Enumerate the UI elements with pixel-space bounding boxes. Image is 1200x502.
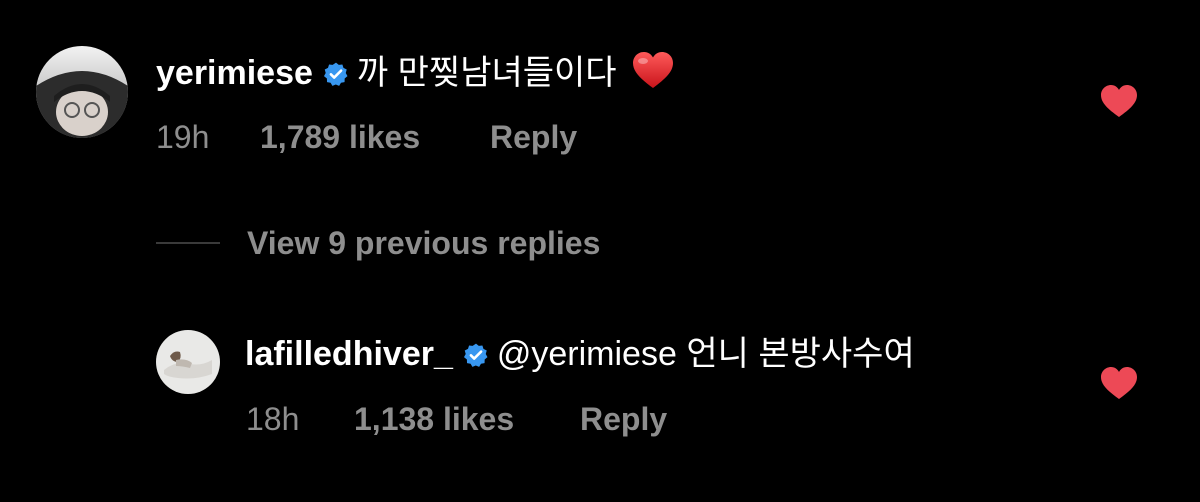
comment-meta: 18h 1,138 likes Reply [246, 400, 667, 438]
verified-badge-icon [323, 61, 349, 87]
view-previous-replies-button[interactable]: View 9 previous replies [247, 224, 600, 262]
comment-line: lafilledhiver_ @yerimiese 언니 본방사수여 [245, 334, 915, 374]
comment-username[interactable]: lafilledhiver_ [245, 335, 453, 373]
comment-text: 까 만찢남녀들이다 [356, 54, 617, 92]
like-heart-icon[interactable] [1100, 366, 1138, 400]
mention-link[interactable]: @yerimiese [497, 335, 677, 373]
red-heart-emoji-icon [631, 50, 675, 90]
avatar-image [156, 330, 220, 394]
view-replies-divider [156, 242, 220, 244]
reply-button[interactable]: Reply [580, 400, 667, 438]
comment-username[interactable]: yerimiese [156, 54, 313, 92]
avatar-lafilledhiver[interactable] [156, 330, 220, 394]
verified-badge-icon [463, 342, 489, 368]
comment-meta: 19h 1,789 likes Reply [156, 118, 577, 156]
comment-line: yerimiese 까 만찢남녀들이다 [156, 50, 675, 93]
comment-timestamp: 19h [156, 119, 210, 155]
likes-count[interactable]: 1,789 likes [260, 118, 490, 156]
like-heart-icon[interactable] [1100, 84, 1138, 118]
avatar-yerimiese[interactable] [36, 46, 128, 138]
comment-timestamp: 18h [246, 401, 300, 437]
likes-count[interactable]: 1,138 likes [354, 400, 580, 438]
comment-text: 언니 본방사수여 [686, 335, 915, 373]
reply-button[interactable]: Reply [490, 118, 577, 156]
avatar-image [36, 46, 128, 138]
